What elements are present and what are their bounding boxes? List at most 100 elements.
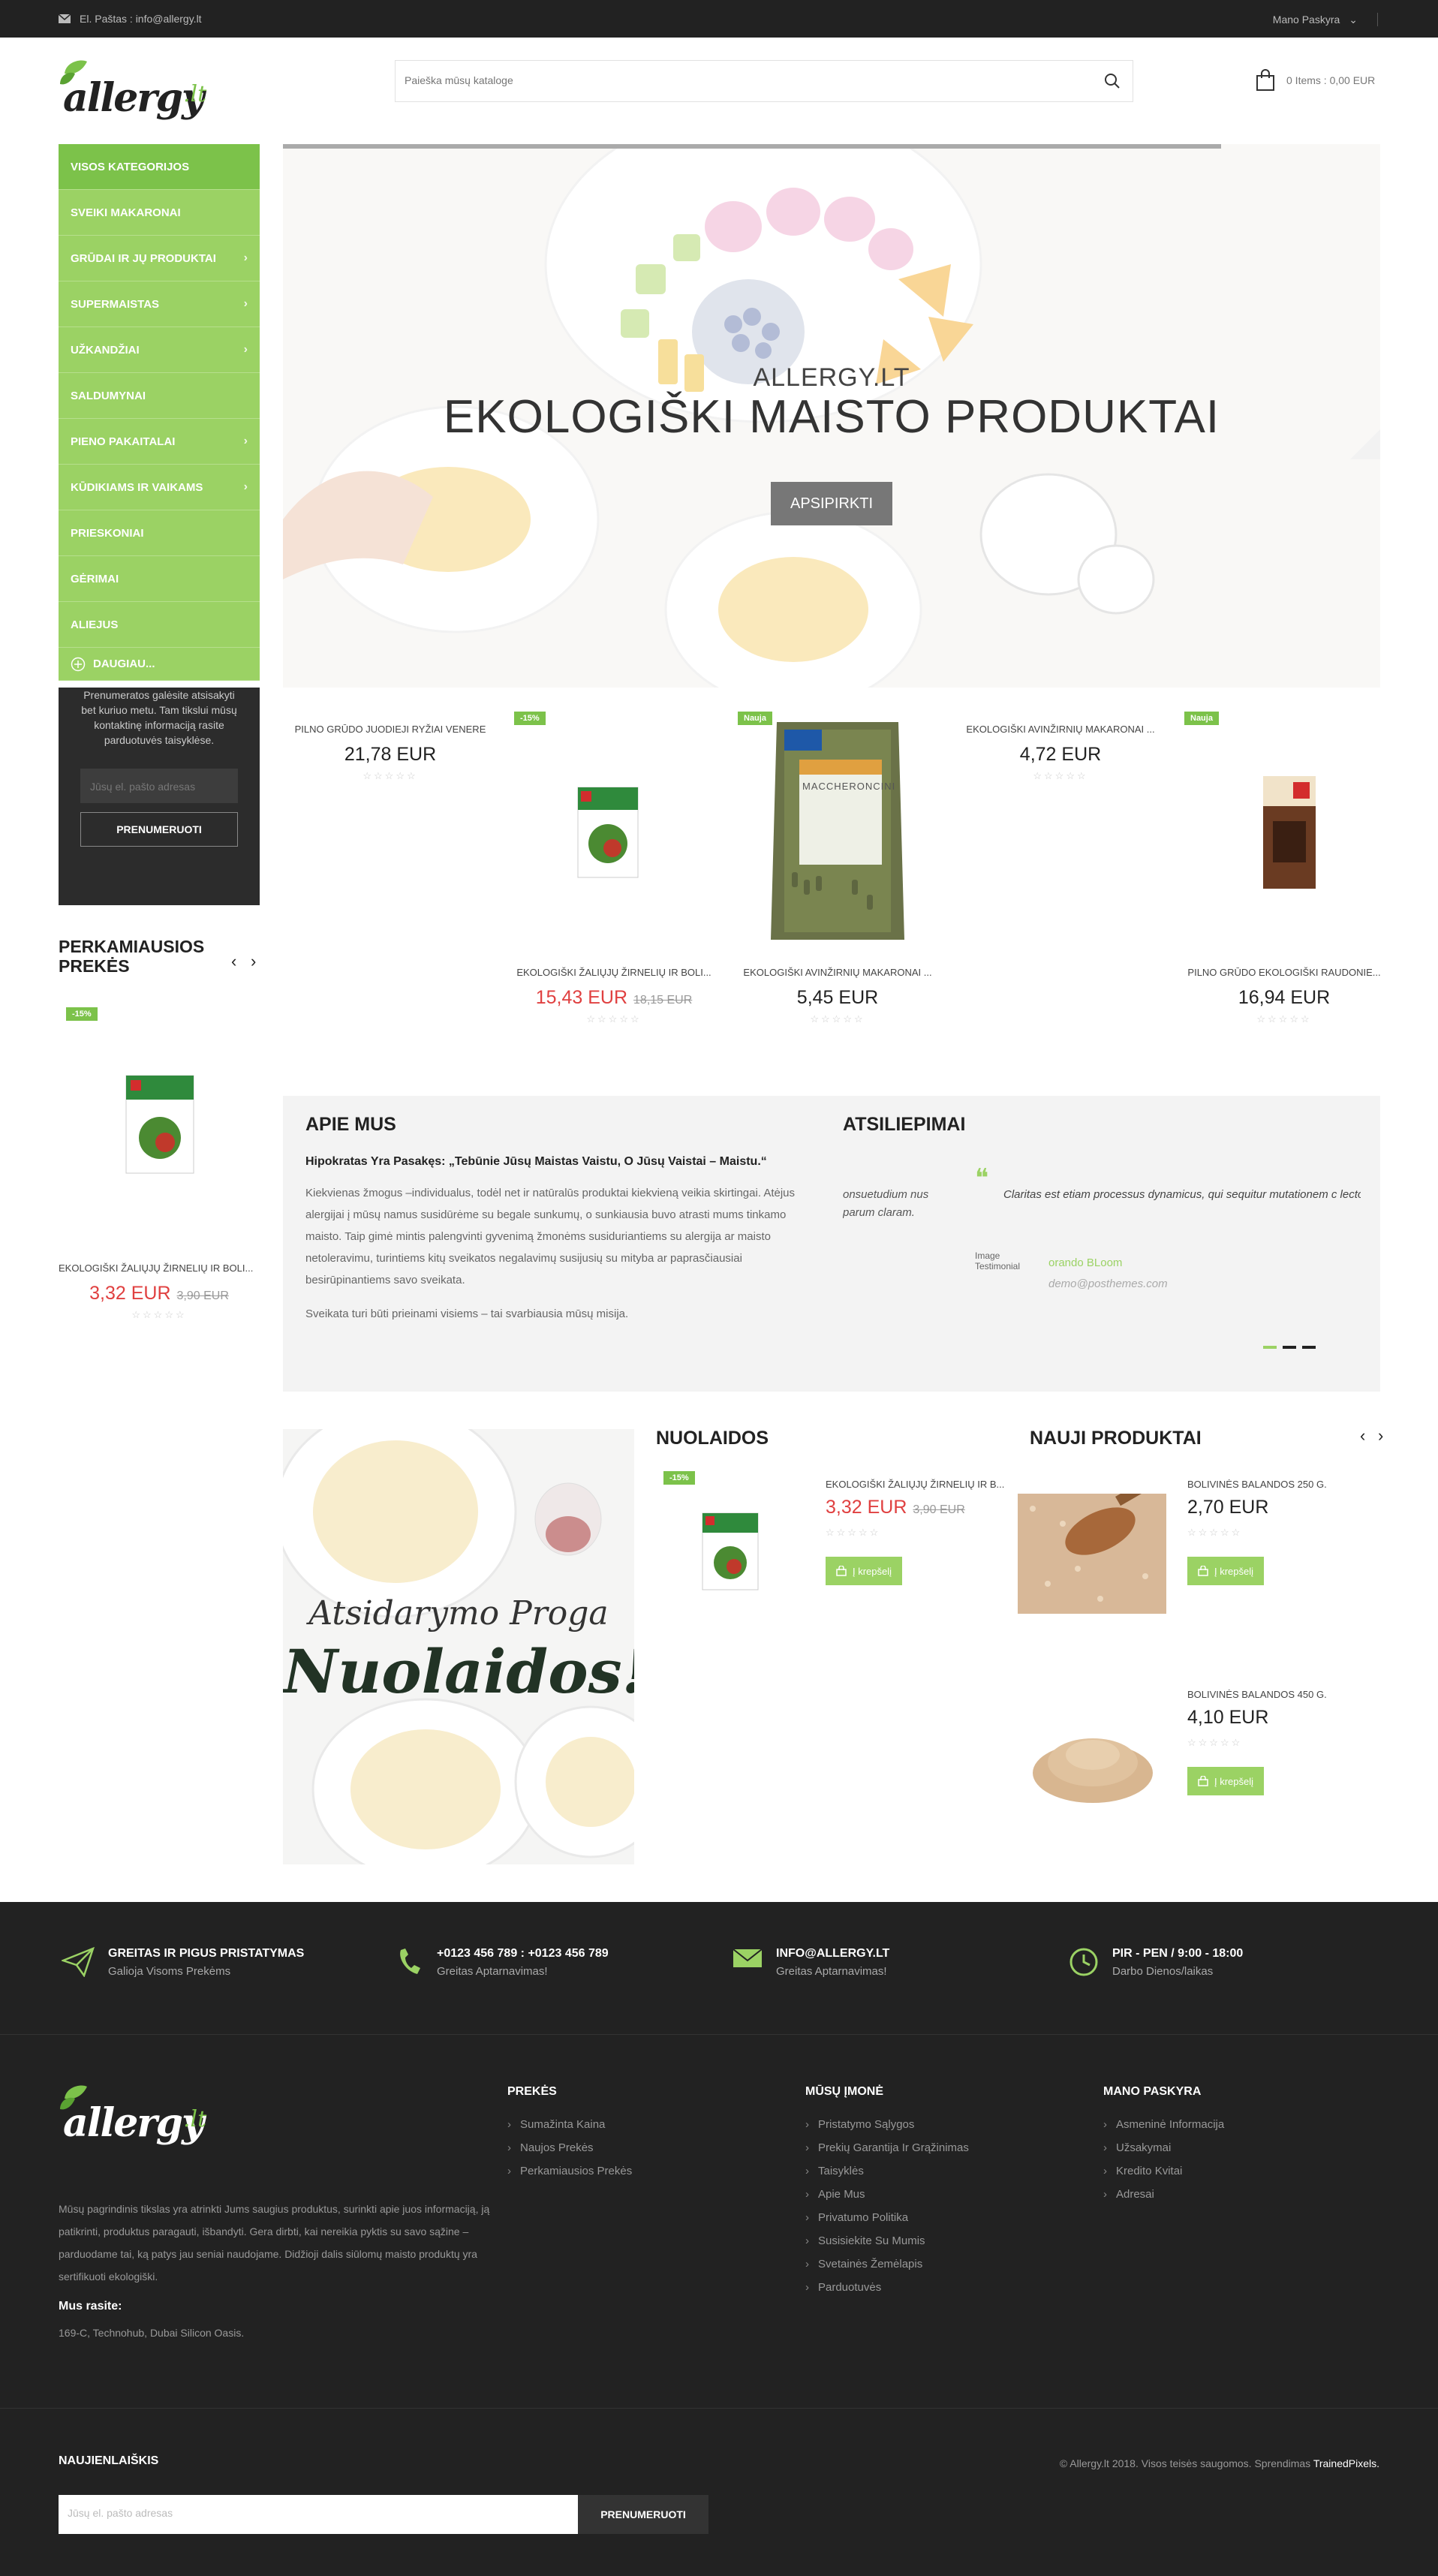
old-price: 3,90 EUR xyxy=(176,1290,229,1302)
product-image[interactable]: -15% xyxy=(59,1004,260,1252)
footer-link[interactable]: Kredito Kvitai xyxy=(1103,2165,1224,2177)
category-item[interactable]: Visos kategorijos xyxy=(59,144,260,190)
feature-hours: PIR - PEN / 9:00 - 18:00 Darbo Dienos/lai… xyxy=(1069,1947,1243,1979)
category-item[interactable]: Supermaistas › xyxy=(59,281,260,327)
chevron-right-icon: › xyxy=(243,297,248,310)
category-item[interactable]: Saldumynai xyxy=(59,373,260,419)
newsletter-email-field[interactable]: Jūsų el. pašto adresas xyxy=(80,769,238,803)
footer-link[interactable]: Naujos Prekės xyxy=(507,2141,632,2154)
site-logo[interactable]: allergy .lt xyxy=(59,57,216,125)
product-name[interactable]: Ekologiški avinžirnių makaronai ... xyxy=(730,967,945,978)
category-label: Kūdikiams ir vaikams xyxy=(71,480,203,494)
product-box-image xyxy=(125,1075,194,1174)
footer-link[interactable]: Adresai xyxy=(1103,2188,1224,2201)
promo-line1: Atsidarymo Proga xyxy=(308,1594,609,1633)
subscribe-button[interactable]: Prenumeruoti xyxy=(80,812,238,847)
footer-col-account: MANO PASKYRA Asmeninė Informacija Užsaky… xyxy=(1103,2085,1224,2211)
add-to-cart-button[interactable]: Į krepšelį xyxy=(826,1557,903,1585)
bestseller-card[interactable]: -15% Ekologiški žaliųjų žirnelių ir boli… xyxy=(59,1004,260,1321)
product-card[interactable]: Nauja Pilno grūdo ekologiški raudonie...… xyxy=(1177,709,1391,1025)
category-label: Pieno pakaitalai xyxy=(71,435,176,448)
footer-link[interactable]: Privatumo Politika xyxy=(805,2211,969,2224)
footer-link[interactable]: Susisiekite Su Mumis xyxy=(805,2234,969,2247)
product-name[interactable]: Ekologiški žaliųjų žirnelių ir boli... xyxy=(59,1262,260,1274)
credit-link[interactable]: TrainedPixels. xyxy=(1313,2457,1379,2469)
chevron-right-icon: › xyxy=(243,435,248,447)
logo-text: allergy xyxy=(63,75,204,121)
product-image[interactable]: Nauja MACCHERONCINI xyxy=(730,709,945,956)
product-card[interactable]: -15% Ekologiški žaliųjų žirnelių ir boli… xyxy=(507,709,721,1025)
promo-banner[interactable]: Atsidarymo Proga Nuolaidos! xyxy=(283,1429,634,1864)
account-label: Mano Paskyra xyxy=(1272,14,1340,26)
category-item[interactable]: Prieskoniai xyxy=(59,510,260,556)
category-item[interactable]: Pieno pakaitalai › xyxy=(59,419,260,465)
product-card[interactable]: Ekologiški avinžirnių makaronai ... 4,72… xyxy=(953,724,1168,782)
cart-summary[interactable]: 0 Items : 0,00 EUR xyxy=(1255,69,1375,92)
search-icon[interactable] xyxy=(1103,71,1122,91)
pagination-dot[interactable] xyxy=(1283,1346,1296,1349)
product-image[interactable]: Nauja xyxy=(1177,709,1391,956)
shopping-bag-icon xyxy=(836,1566,847,1576)
footer-link[interactable]: Taisyklės xyxy=(805,2165,969,2177)
footer-link[interactable]: Pristatymo Sąlygos xyxy=(805,2118,969,2131)
footer-address: 169-C, Technohub, Dubai Silicon Oasis. xyxy=(59,2327,245,2339)
product-card[interactable]: Nauja MACCHERONCINI Ekologiški avinžirni… xyxy=(730,709,945,1025)
product-image[interactable]: -15% xyxy=(507,709,721,956)
next-arrow-icon[interactable]: › xyxy=(1378,1426,1383,1446)
product-name[interactable]: Bolivinės balandos 250 g. xyxy=(1187,1479,1327,1490)
category-item[interactable]: Užkandžiai › xyxy=(59,327,260,373)
add-to-cart-button[interactable]: Į krepšelį xyxy=(1187,1767,1265,1795)
rating-stars: ☆☆☆☆☆ xyxy=(131,1309,187,1320)
about-paragraph: Kiekvienas žmogus –individualus, todėl n… xyxy=(305,1187,796,1286)
product-name[interactable]: Pilno grūdo ekologiški raudonie... xyxy=(1177,967,1391,978)
bestsellers-title: PERKAMIAUSIOS PREKĖS xyxy=(59,937,205,976)
footer-link[interactable]: Parduotuvės xyxy=(805,2281,969,2294)
footer-link[interactable]: Užsakymai xyxy=(1103,2141,1224,2154)
footer-link[interactable]: Perkamiausios Prekės xyxy=(507,2165,632,2177)
prev-arrow-icon[interactable]: ‹ xyxy=(1360,1426,1365,1446)
search-input[interactable] xyxy=(405,74,1065,86)
product-price: 4,72 EUR xyxy=(1019,744,1102,765)
topbar-email[interactable]: El. Paštas : info@allergy.lt xyxy=(59,13,202,25)
category-item[interactable]: Aliejus xyxy=(59,602,260,648)
category-item[interactable]: Sveiki makaronai xyxy=(59,190,260,236)
pagination-dot[interactable] xyxy=(1302,1346,1316,1349)
product-card[interactable]: Pilno grūdo juodieji ryžiai Venere 21,78… xyxy=(283,724,498,782)
pagination-dot[interactable] xyxy=(1263,1346,1277,1349)
category-item[interactable]: Grūdai ir jų produktai › xyxy=(59,236,260,281)
footer-link[interactable]: Svetainės Žemėlapis xyxy=(805,2258,969,2271)
add-to-cart-button[interactable]: Į krepšelį xyxy=(1187,1557,1265,1585)
product-box-image xyxy=(577,787,639,878)
footer-link[interactable]: Apie Mus xyxy=(805,2188,969,2201)
product-name[interactable]: Bolivinės balandos 450 g. xyxy=(1187,1689,1327,1700)
categories-more-button[interactable]: Daugiau... xyxy=(59,648,260,681)
about-section: APIE MUS Hipokratas Yra Pasakęs: „Tebūni… xyxy=(283,1096,1380,1392)
divider xyxy=(1377,13,1378,26)
new-product-item[interactable]: Bolivinės balandos 250 g. 2,70 EUR ☆☆☆☆☆… xyxy=(1018,1465,1378,1615)
category-item[interactable]: Gėrimai xyxy=(59,556,260,602)
account-menu[interactable]: Mano Paskyra ⌄ xyxy=(1273,13,1378,26)
product-price: 2,70 EUR xyxy=(1187,1497,1269,1518)
product-name[interactable]: Pilno grūdo juodieji ryžiai Venere xyxy=(283,724,498,735)
logo-text: allergy xyxy=(63,2100,204,2146)
product-box-image xyxy=(702,1512,759,1590)
footer-link[interactable]: Prekių Garantija Ir Grąžinimas xyxy=(805,2141,969,2154)
prev-arrow-icon[interactable]: ‹ xyxy=(231,952,236,971)
footer-link[interactable]: Asmeninė Informacija xyxy=(1103,2118,1224,2131)
category-label: Aliejus xyxy=(71,618,119,631)
product-name[interactable]: Ekologiški žaliųjų žirnelių ir boli... xyxy=(507,967,721,978)
footer-newsletter-input[interactable]: Jūsų el. pašto adresas xyxy=(59,2495,578,2534)
category-label: Prieskoniai xyxy=(71,526,144,540)
product-name[interactable]: Ekologiški žaliųjų žirnelių ir b... xyxy=(826,1479,1006,1490)
category-item[interactable]: Kūdikiams ir vaikams › xyxy=(59,465,260,510)
quinoa-pile-image xyxy=(1033,1738,1153,1803)
new-product-item[interactable]: Bolivinės balandos 450 g. 4,10 EUR ☆☆☆☆☆… xyxy=(1018,1675,1378,1825)
shop-now-button[interactable]: APSIPIRKTI xyxy=(771,482,892,525)
footer-subscribe-button[interactable]: PRENUMERUOTI xyxy=(578,2495,708,2534)
product-price: 15,43 EUR xyxy=(535,987,628,1008)
discount-product[interactable]: -15% Ekologiški žaliųjų žirnelių ir b...… xyxy=(656,1465,1004,1615)
footer-link[interactable]: Sumažinta Kaina xyxy=(507,2118,632,2131)
next-arrow-icon[interactable]: › xyxy=(251,952,256,971)
product-name[interactable]: Ekologiški avinžirnių makaronai ... xyxy=(953,724,1168,735)
footer-logo[interactable]: allergy .lt xyxy=(59,2082,216,2150)
